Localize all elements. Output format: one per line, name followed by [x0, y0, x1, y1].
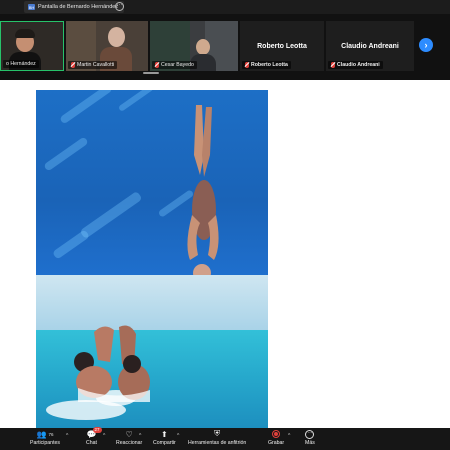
participants-button[interactable]: 👥 76 Participantes [30, 429, 60, 447]
heart-icon: ♡ [125, 429, 133, 439]
screen-share-tab[interactable]: BH Pantalla de Bernardo Hernández [24, 1, 125, 13]
participants-icon: 👥 [36, 429, 47, 439]
participant-face [196, 39, 210, 55]
gallery-scroll-indicator[interactable] [143, 72, 159, 74]
video-tile-4[interactable]: Roberto Leotta Roberto Leotta [240, 21, 324, 71]
chat-badge: 27 [92, 427, 102, 433]
video-tile-3[interactable]: Cesar Bayedo [150, 21, 238, 71]
participant-header-name: Claudio Andreani [341, 42, 399, 50]
next-page-button[interactable]: › [419, 38, 433, 52]
more-icon[interactable]: ··· [115, 2, 124, 11]
more-button[interactable]: ··· Más [305, 429, 315, 446]
more-icon: ··· [305, 429, 315, 439]
swimmers-in-water [74, 325, 150, 402]
shield-icon: ⛨ [214, 429, 221, 438]
chevron-up-icon[interactable]: ^ [66, 433, 68, 439]
participant-name-tag: o Hernández [3, 60, 39, 68]
host-tools-button[interactable]: ⛨ Herramientas de anfitrión [188, 429, 246, 446]
synchronized-swimming-photo [36, 90, 268, 428]
participant-name-tag: Martin Cavallotti [68, 61, 118, 69]
meeting-toolbar: 👥 76 Participantes ^ 💬 27 Chat ^ ♡ Reaccio… [0, 427, 450, 450]
chevron-up-icon[interactable]: ^ [288, 433, 290, 439]
participant-hair [15, 29, 35, 38]
mic-off-icon [245, 62, 249, 68]
video-tile-1[interactable]: o Hernández [0, 21, 64, 71]
participant-count: 76 [48, 431, 54, 437]
chat-button[interactable]: 💬 27 Chat [86, 427, 102, 446]
record-button[interactable]: Grabar [268, 429, 284, 446]
video-gallery: o Hernández Martin Cavallotti Cesar Baye… [0, 14, 450, 80]
more-label: Más [305, 440, 315, 446]
chevron-up-icon[interactable]: ^ [103, 433, 105, 439]
diving-swimmer [187, 105, 219, 287]
shared-screen [0, 80, 450, 428]
chevron-up-icon[interactable]: ^ [139, 433, 141, 439]
participant-name-tag: Claudio Andreani [328, 61, 383, 69]
share-label: Compartir [153, 440, 176, 446]
video-tile-5[interactable]: Claudio Andreani Claudio Andreani [326, 21, 414, 71]
participant-name-tag: Roberto Leotta [242, 61, 291, 69]
share-label: Pantalla de Bernardo Hernández [38, 4, 119, 10]
record-label: Grabar [268, 440, 285, 446]
title-bar: BH Pantalla de Bernardo Hernández ··· [0, 0, 450, 14]
participant-header-name: Roberto Leotta [257, 42, 307, 50]
chevron-right-icon: › [424, 40, 428, 50]
participant-name-tag: Cesar Bayedo [152, 61, 197, 69]
participants-label: Participantes [30, 440, 60, 446]
mic-off-icon [331, 62, 335, 68]
video-tile-2[interactable]: Martin Cavallotti [66, 21, 148, 71]
participant-face [108, 27, 125, 47]
record-icon [272, 430, 281, 438]
host-tools-label: Herramientas de anfitrión [188, 440, 247, 446]
chat-label: Chat [86, 440, 97, 446]
mic-off-icon [71, 62, 75, 68]
share-button[interactable]: ⬆ Compartir [153, 429, 176, 447]
chevron-up-icon[interactable]: ^ [177, 433, 179, 439]
share-screen-icon: ⬆ [161, 429, 168, 439]
reactions-label: Reaccionar [116, 440, 143, 446]
mic-off-icon [155, 62, 159, 68]
screen-share-icon: BH [28, 4, 35, 10]
